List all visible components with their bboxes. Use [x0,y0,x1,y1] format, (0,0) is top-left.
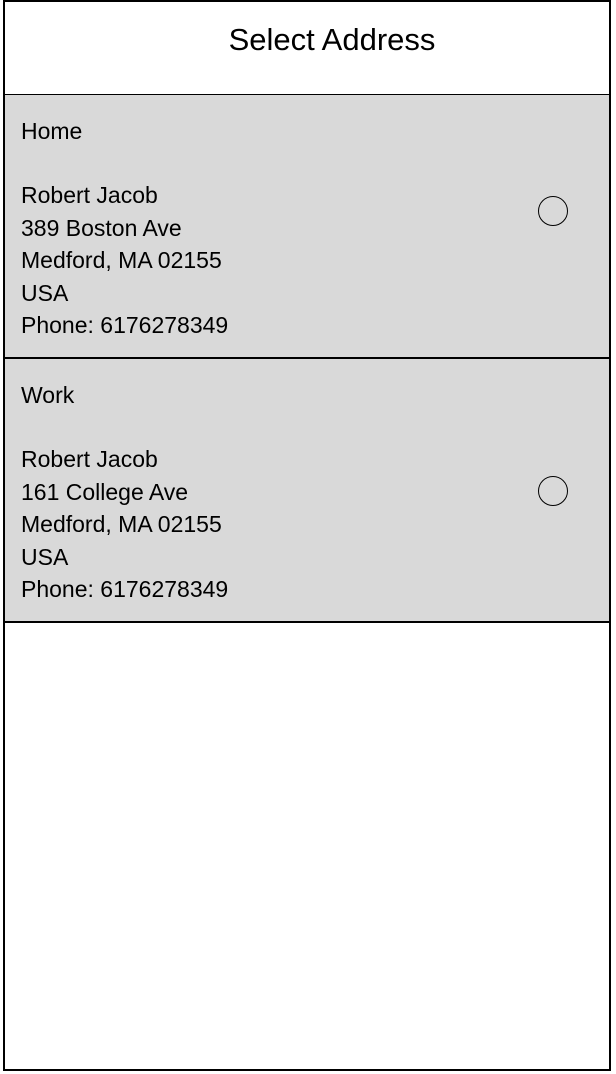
address-city-line: Medford, MA 02155 [21,247,222,273]
address-name: Robert Jacob [21,446,158,472]
address-country: USA [21,279,69,306]
address-radio-home[interactable] [538,196,568,226]
address-city-line: Medford, MA 02155 [21,511,222,537]
address-list: Home Robert Jacob 389 Boston Ave Medford… [5,95,609,623]
address-street: 161 College Ave [21,478,189,505]
address-street: 389 Boston Ave [21,214,182,241]
address-phone: Phone: 6176278349 [21,576,229,602]
address-country: USA [21,543,69,570]
address-name: Robert Jacob [21,182,158,208]
address-card-work[interactable]: Work Robert Jacob 161 College Ave Medfor… [5,359,609,623]
address-details: Robert Jacob 161 College Ave Medford, MA… [21,443,228,606]
address-radio-work[interactable] [538,476,568,506]
address-label: Home [21,118,83,144]
address-card-home[interactable]: Home Robert Jacob 389 Boston Ave Medford… [5,95,609,359]
address-phone: Phone: 6176278349 [21,312,229,338]
app-screen: Select Address Home Robert Jacob 389 Bos… [3,0,611,1071]
address-label: Work [21,382,75,408]
header-bar: Select Address [5,2,609,96]
page-title: Select Address [228,22,436,57]
address-details: Robert Jacob 389 Boston Ave Medford, MA … [21,179,228,342]
